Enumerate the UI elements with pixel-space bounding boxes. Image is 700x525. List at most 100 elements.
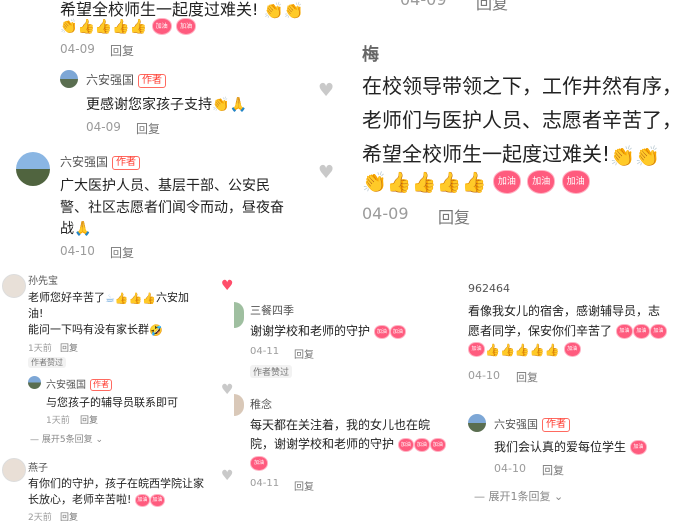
clap-emoji: 👏: [610, 143, 635, 168]
author-name[interactable]: 稚念: [250, 396, 272, 412]
comment-line: 老师们与医护人员、志愿者辛苦了，: [362, 108, 682, 132]
expand-replies-button[interactable]: — 展开5条回复 ⌄: [30, 432, 103, 445]
author-badge: 作者: [542, 418, 570, 432]
heart-emoji: 加油: [468, 342, 485, 357]
chevron-down-icon: ⌄: [95, 435, 104, 445]
thumb-emoji: 👍: [112, 18, 130, 35]
like-heart-icon[interactable]: ♥: [221, 468, 234, 484]
thumb-emoji: 👍: [142, 291, 156, 305]
thumb-emoji: 👍: [77, 18, 95, 35]
reply-button[interactable]: 回复: [516, 369, 538, 385]
author-badge: 作者: [138, 73, 167, 88]
reply-button[interactable]: 回复: [542, 462, 564, 478]
reply-button[interactable]: 回复: [80, 413, 98, 426]
panel-bottom-right: 962464 看像我女儿的宿舍，感谢辅导员，志 愿者同学，保安你们辛苦了 加油加…: [464, 278, 700, 525]
pray-emoji: 🙏: [74, 221, 92, 237]
avatar[interactable]: [234, 302, 244, 328]
comment-text: 谢谢学校和老师的守护 加油 加油: [250, 322, 406, 339]
heart-emoji: 加油: [151, 18, 172, 35]
avatar[interactable]: [234, 394, 244, 416]
expand-replies-button[interactable]: — 展开1条回复 ⌄: [474, 488, 563, 504]
comment-line: 愿者同学，保安你们辛苦了 加油 加油 加油: [468, 322, 667, 339]
author-name[interactable]: 962464: [468, 282, 510, 295]
avatar[interactable]: [60, 70, 78, 88]
reply-button[interactable]: 回复: [294, 346, 314, 361]
comment-line: 老师您好辛苦了☕👍👍👍六安加: [28, 291, 189, 305]
avatar[interactable]: [2, 458, 26, 482]
comment-line: 在校领导带领之下，工作井然有序，: [362, 74, 682, 98]
panel-top-left: 希望全校师生一起度过难关! 👏👏 👏👍👍👍👍 加油 加油 04-09 回复 六安…: [0, 0, 348, 262]
clap-emoji: 👏: [60, 18, 78, 35]
author-name[interactable]: 梅: [362, 40, 379, 65]
thumb-emoji: 👍: [544, 342, 560, 357]
panel-top-right: 04-09 回复 梅 在校领导带领之下，工作井然有序， 老师们与医护人员、志愿者…: [348, 0, 700, 262]
comment-date: 04-10: [468, 369, 500, 382]
thumb-emoji: 👍: [386, 169, 412, 194]
like-heart-icon[interactable]: ♥: [221, 278, 234, 294]
heart-emoji: 加油: [629, 440, 647, 455]
comment-text: 希望全校师生一起度过难关! 👏👏: [60, 0, 304, 20]
pray-emoji: 🙏: [229, 97, 247, 113]
emoji-row: 👏👍👍👍👍 加油 加油: [60, 18, 197, 35]
reply-button[interactable]: 回复: [136, 120, 160, 137]
heart-emoji: 加油: [149, 493, 165, 507]
reply-text: 与您孩子的辅导员联系即可: [46, 396, 178, 409]
reply-button[interactable]: 回复: [294, 478, 314, 493]
author-name[interactable]: 孙先宝: [28, 272, 58, 287]
clap-emoji: 👏: [283, 1, 304, 20]
reply-date: 04-09: [86, 120, 121, 134]
panel-bottom-middle: 三餐四季 谢谢学校和老师的守护 加油 加油 04-11 回复 作者赞过 稚念 每天…: [234, 290, 464, 525]
comment-date: 04-09: [60, 42, 95, 56]
heart-emoji: 加油: [563, 342, 581, 357]
reply-date: 1天前: [46, 416, 70, 426]
reply-button[interactable]: 回复: [476, 0, 508, 14]
comment-date: 04-09: [400, 0, 447, 9]
author-liked-tag: 作者赞过: [28, 357, 66, 368]
author-name[interactable]: 六安强国 作者: [494, 416, 570, 432]
reply-button[interactable]: 回复: [60, 341, 78, 354]
thumb-emoji: 👍: [461, 169, 487, 194]
thumb-emoji: 👍: [411, 169, 437, 194]
heart-emoji: 加油: [176, 18, 197, 35]
heart-emoji: 加油: [615, 324, 633, 339]
heart-emoji: 加油: [632, 324, 650, 339]
author-name[interactable]: 三餐四季: [250, 302, 294, 318]
comment-line: 每天都在关注着，我的女儿也在皖: [250, 418, 431, 432]
reply-button[interactable]: 回复: [60, 510, 78, 523]
reply-button[interactable]: 回复: [438, 204, 470, 228]
comment-line: 广大医护人员、基层干部、公安民: [60, 178, 270, 194]
like-heart-icon[interactable]: ♥: [221, 382, 234, 398]
comment-line: 警、社区志愿者们闻令而动，昼夜奋: [60, 200, 284, 216]
emoji-row: 加油: [250, 453, 268, 472]
reply-button[interactable]: 回复: [110, 244, 134, 261]
heart-emoji: 加油: [134, 493, 150, 507]
coffee-emoji: ☕: [105, 291, 115, 305]
heart-emoji: 加油: [373, 324, 390, 339]
author-name[interactable]: 六安强国 作者: [46, 376, 112, 391]
comment-date: 04-09: [362, 204, 409, 223]
thumb-emoji: 👍: [128, 291, 143, 305]
comment-line: 希望全校师生一起度过难关!👏👏: [362, 142, 660, 168]
like-heart-icon[interactable]: ♥: [318, 162, 334, 183]
avatar[interactable]: [28, 376, 41, 389]
comment-line: 有你们的守护，孩子在皖西学院让家: [28, 477, 204, 490]
comment-line: 院，谢谢学校和老师的守护 加油 加油 加油: [250, 435, 446, 452]
clap-emoji: 👏: [634, 143, 660, 168]
avatar[interactable]: [16, 152, 50, 186]
comment-line: 看像我女儿的宿舍，感谢辅导员，志: [468, 304, 661, 318]
avatar[interactable]: [2, 274, 26, 298]
author-name[interactable]: 燕子: [28, 459, 48, 474]
comment-line: 能问一下吗有没有家长群🤣: [28, 323, 163, 337]
reply-button[interactable]: 回复: [110, 42, 134, 59]
author-name[interactable]: 六安强国 作者: [86, 71, 167, 88]
laugh-emoji: 🤣: [149, 323, 163, 337]
heart-emoji: 加油: [561, 169, 590, 194]
avatar[interactable]: [468, 414, 486, 432]
like-heart-icon[interactable]: ♥: [318, 80, 334, 101]
comment-line: 战🙏: [60, 221, 92, 237]
reply-text: 我们会认真的爱每位学生 加油: [494, 438, 647, 455]
heart-emoji: 加油: [492, 169, 521, 194]
author-name[interactable]: 六安强国 作者: [60, 153, 141, 170]
emoji-row: 👏👍👍👍👍 加油 加油 加油: [362, 168, 590, 194]
thumb-emoji: 👍: [94, 18, 113, 35]
